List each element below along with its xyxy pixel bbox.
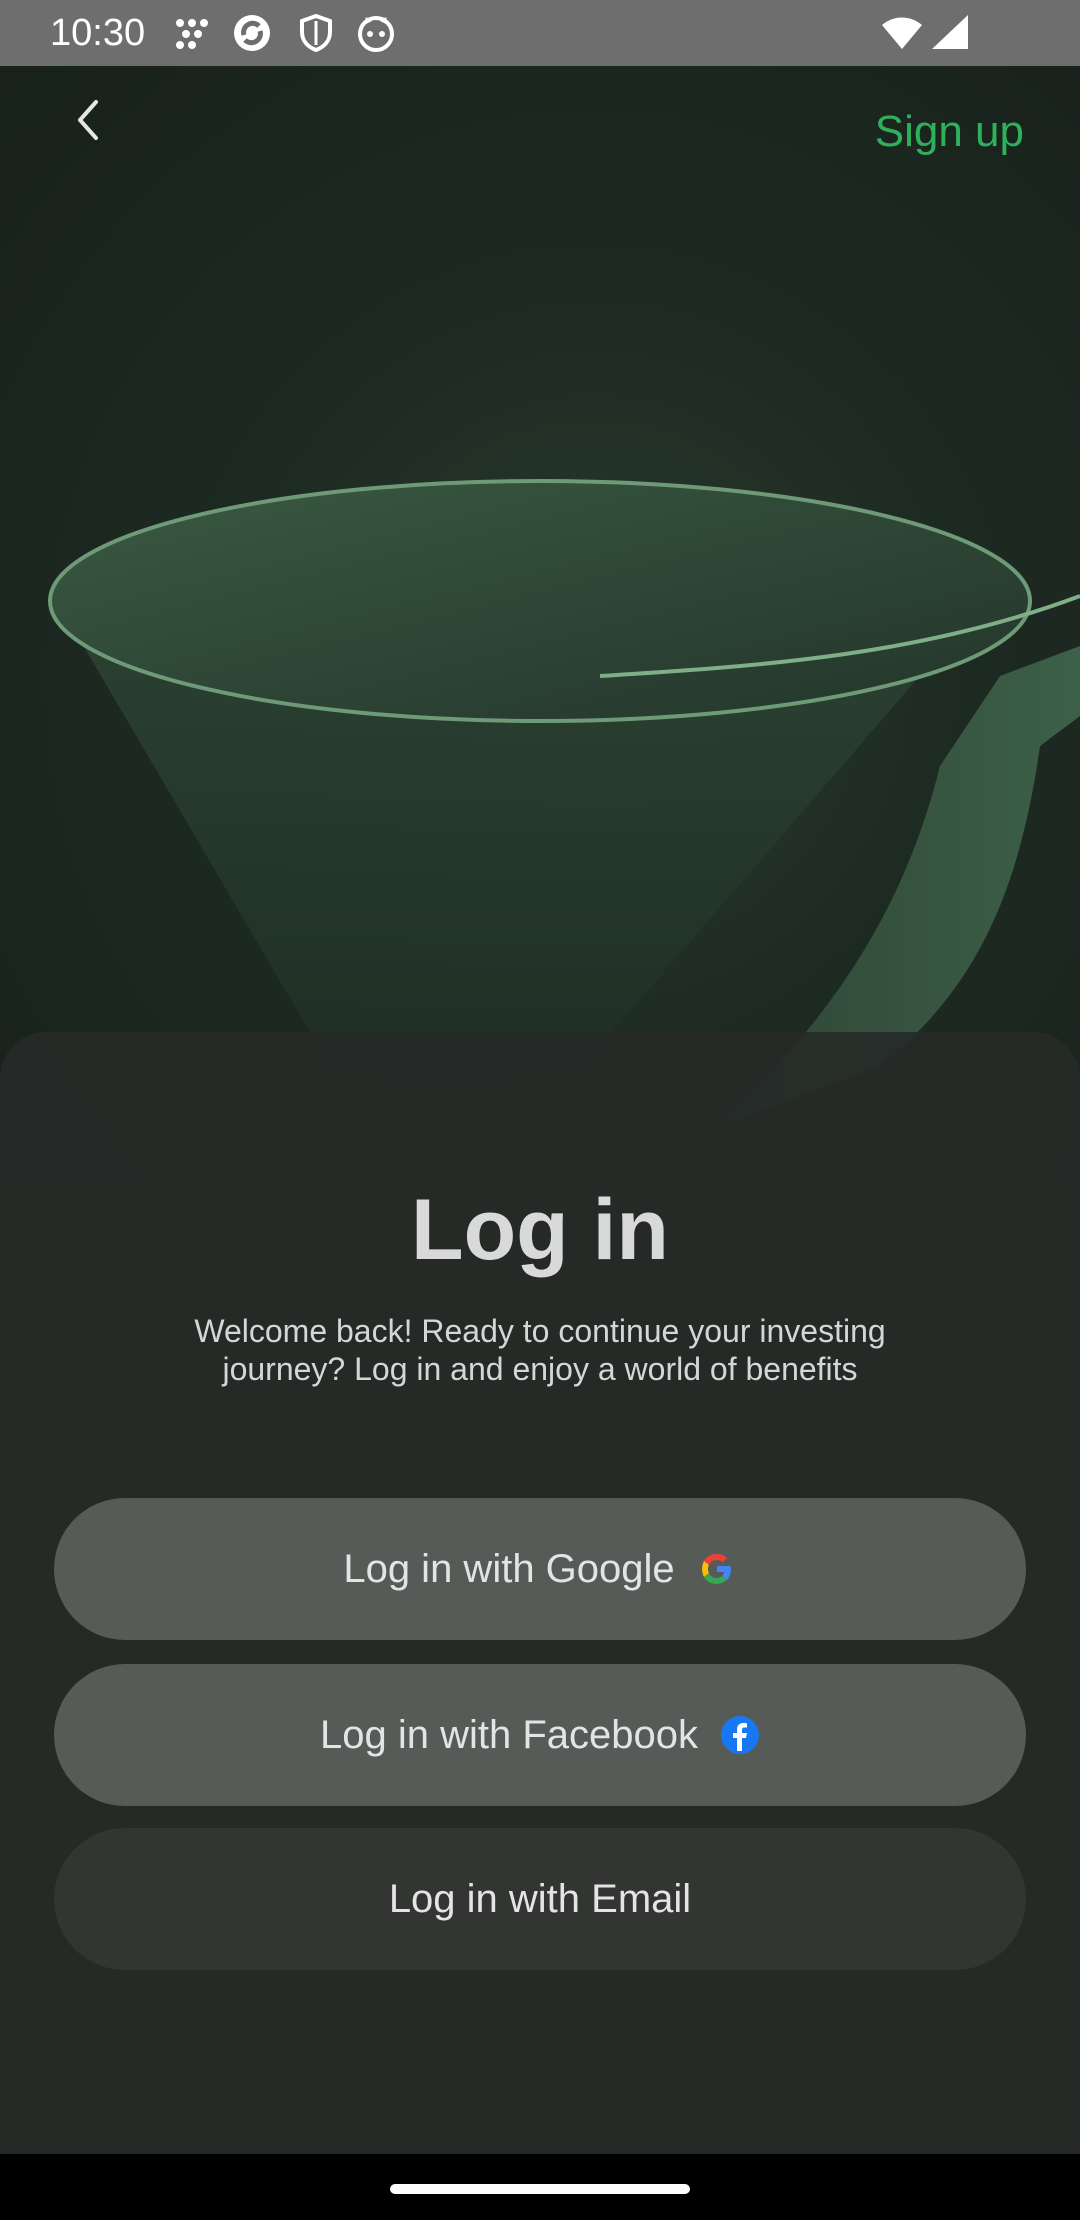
facebook-login-button[interactable]: Log in with Facebook [54, 1664, 1026, 1806]
email-login-label: Log in with Email [388, 1876, 692, 1921]
shield-icon [296, 13, 336, 53]
back-button[interactable] [60, 90, 120, 150]
login-screen: 10:30 Sign up Log in Welcome back! Ready… [0, 0, 1080, 2220]
status-time: 10:30 [50, 12, 146, 54]
chevron-left-icon [78, 100, 98, 140]
google-icon [697, 1549, 737, 1589]
hero-background [0, 66, 1080, 1176]
sync-icon [232, 13, 272, 53]
navigation-bar [0, 2154, 1080, 2220]
facebook-login-label: Log in with Facebook [319, 1712, 698, 1757]
facebook-icon [720, 1715, 760, 1755]
home-indicator[interactable] [390, 2184, 690, 2194]
sign-up-link[interactable]: Sign up [875, 106, 1024, 158]
email-login-button[interactable]: Log in with Email [54, 1828, 1026, 1970]
google-login-label: Log in with Google [343, 1546, 675, 1591]
cat-face-icon [356, 13, 396, 53]
login-sheet: Log in Welcome back! Ready to continue y… [0, 1032, 1080, 2154]
wifi-icon [880, 13, 924, 53]
status-bar: 10:30 [0, 0, 1080, 66]
google-login-button[interactable]: Log in with Google [54, 1498, 1026, 1640]
page-title: Log in [411, 1182, 669, 1278]
grid-dots-icon [172, 13, 212, 53]
signal-icon [928, 13, 972, 53]
welcome-subtitle: Welcome back! Ready to continue your inv… [194, 1313, 886, 1387]
abstract-cup-shape-illustration [48, 479, 1080, 1126]
